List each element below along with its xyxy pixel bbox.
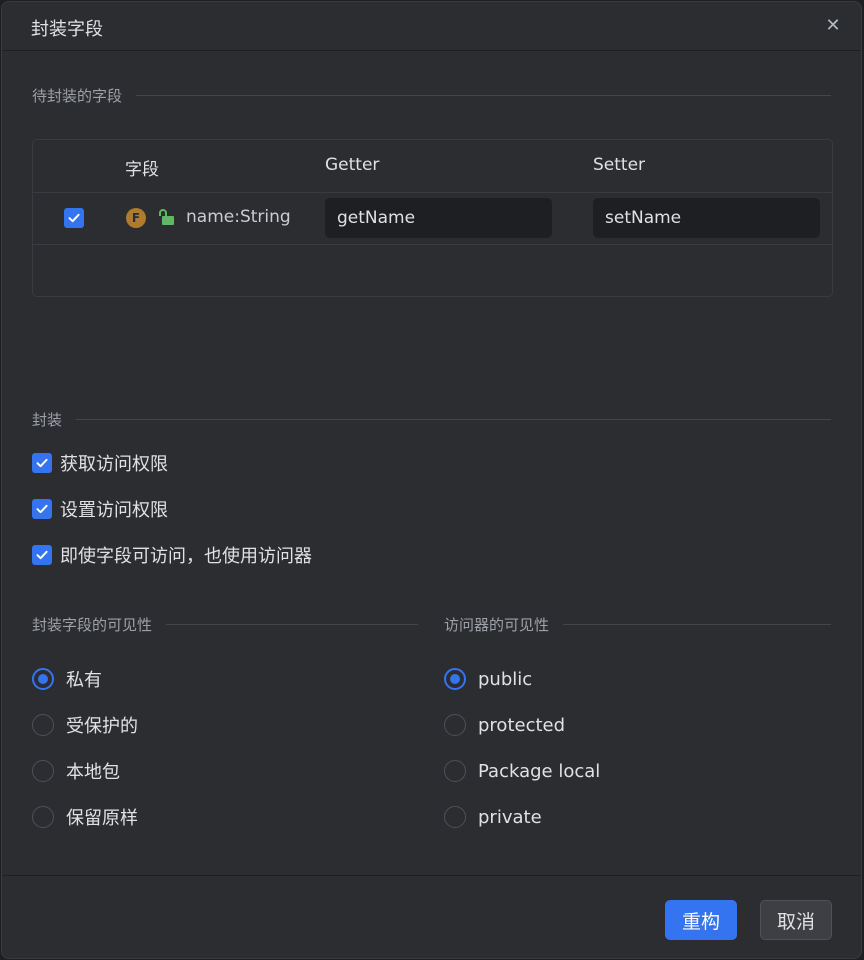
encapsulate-section-header: 封装 [32,409,831,429]
check-icon [36,550,48,560]
accessor-visibility-package-local[interactable]: Package local [444,758,600,784]
field-visibility-as-is[interactable]: 保留原样 [32,804,138,830]
check-icon [36,458,48,468]
radio-label: Package local [478,760,601,782]
field-icon: F [126,208,146,228]
accessor-visibility-label: 访问器的可见性 [444,615,550,634]
cancel-button[interactable]: 取消 [760,900,832,940]
dialog-titlebar: 封装字段 ✕ [2,2,861,51]
fields-table: 字段 Getter Setter F name:String [32,139,833,297]
use-accessors-checkbox[interactable] [32,545,52,565]
use-accessors-option[interactable]: 即使字段可访问，也使用访问器 [32,543,312,567]
unlock-icon [159,209,174,225]
accessor-visibility-public[interactable]: public [444,666,532,692]
fields-section-header: 待封装的字段 [32,85,831,105]
use-accessors-label: 即使字段可访问，也使用访问器 [60,546,312,567]
radio-unselected[interactable] [444,714,466,736]
fields-section-label: 待封装的字段 [32,86,123,105]
check-icon [36,504,48,514]
radio-unselected[interactable] [444,760,466,782]
divider [136,94,831,96]
column-header-field: 字段 [125,160,159,180]
divider [76,418,831,420]
radio-label: 本地包 [66,762,120,783]
get-access-checkbox[interactable] [32,453,52,473]
accessor-visibility-private[interactable]: private [444,804,542,830]
radio-selected[interactable] [32,668,54,690]
refactor-button[interactable]: 重构 [665,900,737,940]
divider [166,623,418,625]
set-access-option[interactable]: 设置访问权限 [32,497,168,521]
dialog-title: 封装字段 [31,19,103,40]
table-header: 字段 Getter Setter [33,140,832,193]
table-row[interactable]: F name:String [33,192,832,245]
row-checkbox[interactable] [64,208,84,228]
radio-label: public [478,668,533,690]
check-icon [68,213,80,223]
radio-label: private [478,806,542,828]
getter-input[interactable] [325,198,552,238]
field-visibility-header: 封装字段的可见性 [32,614,418,634]
field-visibility-private[interactable]: 私有 [32,666,102,692]
setter-input[interactable] [593,198,820,238]
radio-unselected[interactable] [32,806,54,828]
encapsulate-section-label: 封装 [32,410,63,429]
radio-label: 受保护的 [66,716,138,737]
radio-label: 保留原样 [66,808,138,829]
get-access-option[interactable]: 获取访问权限 [32,451,168,475]
close-icon[interactable]: ✕ [823,16,843,36]
radio-unselected[interactable] [32,760,54,782]
divider [563,623,831,625]
field-visibility-protected[interactable]: 受保护的 [32,712,138,738]
get-access-label: 获取访问权限 [60,454,168,475]
field-visibility-label: 封装字段的可见性 [32,615,153,634]
accessor-visibility-header: 访问器的可见性 [444,614,831,634]
set-access-checkbox[interactable] [32,499,52,519]
encapsulate-fields-dialog: 封装字段 ✕ 待封装的字段 字段 Getter Setter F name:St… [1,1,862,959]
accessor-visibility-protected[interactable]: protected [444,712,565,738]
field-visibility-package-local[interactable]: 本地包 [32,758,120,784]
column-header-setter: Setter [593,155,646,175]
radio-unselected[interactable] [444,806,466,828]
column-header-getter: Getter [325,155,380,175]
radio-selected[interactable] [444,668,466,690]
radio-unselected[interactable] [32,714,54,736]
dialog-footer: 重构 取消 [2,875,861,958]
set-access-label: 设置访问权限 [60,500,168,521]
field-name: name:String [186,207,291,227]
radio-label: protected [478,714,566,736]
radio-label: 私有 [66,670,102,691]
